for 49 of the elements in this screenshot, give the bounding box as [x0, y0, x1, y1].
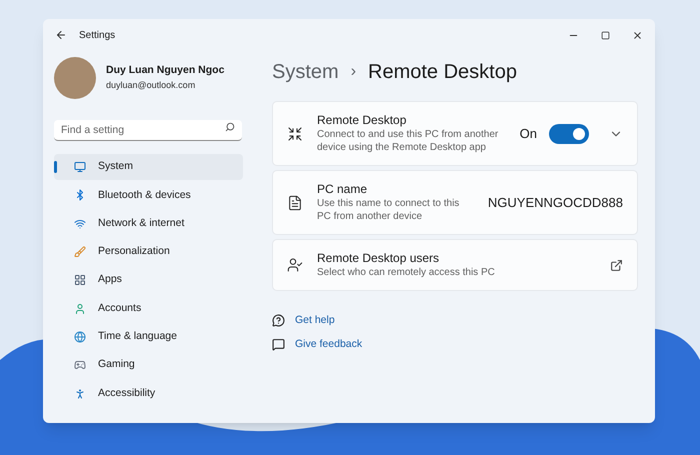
sidebar-item[interactable]: Accessibility: [54, 380, 243, 407]
sidebar-item[interactable]: Accounts: [54, 295, 243, 322]
help-link[interactable]: Give feedback: [295, 336, 362, 352]
maximize-icon: [600, 30, 610, 40]
settings-card[interactable]: Remote Desktop users Select who can remotely access this PC: [272, 239, 638, 291]
sidebar-item[interactable]: Bluetooth & devices: [54, 182, 243, 209]
breadcrumb-parent[interactable]: System: [272, 57, 339, 87]
back-arrow-icon[interactable]: [55, 29, 67, 41]
card-title: Remote Desktop: [317, 113, 408, 128]
close-icon: [632, 30, 642, 40]
external-link-icon[interactable]: [610, 258, 623, 272]
globe-icon: [74, 330, 86, 343]
apps-grid-icon: [74, 274, 86, 286]
accessibility-icon: [74, 388, 86, 400]
card-title: Remote Desktop users: [317, 251, 440, 266]
settings-card[interactable]: Remote Desktop Connect to and use this PC from another device using the Remote Desktop app On: [272, 101, 638, 166]
search-field[interactable]: Find a setting: [54, 120, 242, 141]
monitor-icon: [74, 161, 86, 174]
breadcrumb-separator: ›: [350, 62, 356, 82]
sidebar-item[interactable]: Network & internet: [54, 210, 243, 237]
card-title: PC name: [317, 182, 368, 197]
sidebar-item[interactable]: Personalization: [54, 238, 243, 266]
settings-card[interactable]: PC name Use this name to connect to this PC from another device NGUYENNGOCDD888: [272, 170, 638, 235]
avatar-placeholder: [54, 57, 96, 99]
sidebar-item[interactable]: Apps: [54, 267, 243, 294]
arrows-icon: [287, 126, 303, 142]
bluetooth-icon: [74, 189, 86, 202]
feedback-icon: [272, 338, 285, 352]
account-email: duyluan@outlook.com: [106, 79, 196, 92]
card-description: Use this name to connect to this PC from another device: [317, 197, 460, 223]
card-description: Connect to and use this PC from another device using the Remote Desktop app: [317, 128, 500, 154]
gamepad-icon: [74, 359, 86, 372]
help-link[interactable]: Get help: [295, 313, 335, 329]
toggle-switch[interactable]: [549, 124, 589, 144]
account-name: Duy Luan Nguyen Ngoc: [106, 63, 224, 78]
person-icon: [74, 302, 86, 315]
user-check-icon: [287, 257, 303, 273]
toggle-state-label: On: [520, 124, 537, 143]
sidebar-item[interactable]: System: [54, 154, 243, 180]
window-title: Settings: [79, 28, 116, 42]
help-icon: [272, 314, 285, 328]
page-title: Remote Desktop: [368, 60, 517, 85]
sidebar-item[interactable]: Gaming: [54, 352, 243, 378]
card-description: Select who can remotely access this PC: [317, 266, 496, 279]
search-icon[interactable]: [225, 122, 235, 132]
document-icon: [287, 194, 303, 210]
sidebar-item[interactable]: Time & language: [54, 324, 243, 350]
pc-name-value: NGUYENNGOCDD888: [488, 194, 623, 212]
brush-icon: [74, 246, 86, 258]
